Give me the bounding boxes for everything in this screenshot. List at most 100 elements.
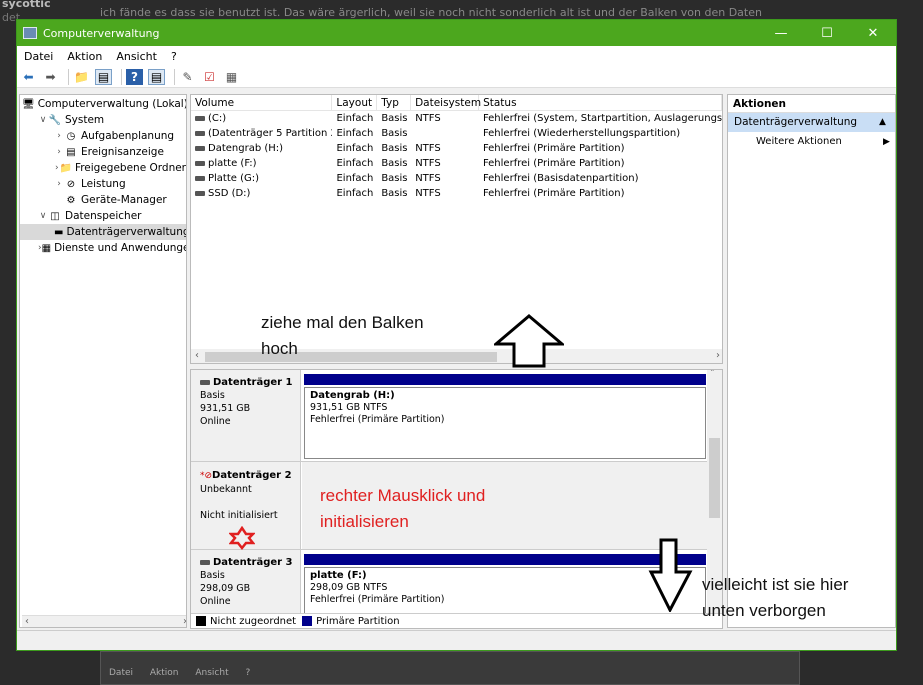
disk-icon: ▬ [54,226,64,238]
connect-icon[interactable]: ✎ [179,69,196,85]
back-icon[interactable]: ⬅ [20,69,37,85]
tree-item[interactable]: ⚙ Geräte-Manager [20,192,186,208]
volume-cell-text: Einfach [336,128,374,139]
up-folder-icon[interactable]: 📁 [73,69,90,85]
volume-cell: Einfach [332,156,377,171]
scroll-right-icon[interactable]: › [716,350,720,361]
maximize-button[interactable]: ☐ [804,26,850,41]
tree-item[interactable]: › ⊘ Leistung [20,176,186,192]
menu-ansicht[interactable]: Ansicht [109,50,164,63]
close-button[interactable]: ✕ [850,26,896,41]
tree-item[interactable]: 🖥 Computerverwaltung (Lokal) [20,96,186,112]
collapsed-icon[interactable]: › [54,147,64,157]
disk-state: Nicht initialisiert [200,510,278,521]
partition-size: 298,09 GB NTFS [310,582,388,593]
background-menu-item: ? [245,668,251,678]
volume-cell-text: Fehlerfrei (System, Startpartition, Ausl… [482,113,723,124]
tree-item[interactable]: ∨ 🔧 System [20,112,186,128]
volume-cell: Fehlerfrei (System, Startpartition, Ausl… [479,111,722,126]
volume-row[interactable]: Datengrab (H:) Einfach Basis NTFS Fehlerfrei… [191,141,722,156]
volume-cell-text: Basis [381,158,408,169]
properties-icon[interactable]: ▦ [223,69,240,85]
minimize-button[interactable]: — [758,26,804,41]
drive-icon [195,160,205,166]
volume-cell-text: Basis [381,128,408,139]
scroll-left-icon[interactable]: ‹ [195,350,199,361]
disk-type: Basis [200,390,225,401]
drive-icon [195,115,205,121]
title-bar[interactable]: Computerverwaltung — ☐ ✕ [17,20,896,46]
navigation-tree: 🖥 Computerverwaltung (Lokal) ∨ 🔧 System › ◷ Auf… [19,94,187,628]
partition[interactable]: Datengrab (H:) 931,51 GB NTFS Fehlerfrei… [302,370,708,461]
show-tree-icon[interactable]: ▤ [95,68,112,85]
menu-aktion[interactable]: Aktion [60,50,109,63]
tree-item[interactable]: › ◷ Aufgabenplanung [20,128,186,144]
annotation-hidden-line1: vielleicht ist sie hier [702,575,849,594]
volume-row[interactable]: (Datenträger 5 Partition 2) Einfach Basis F… [191,126,722,141]
volume-cell-text: NTFS [415,113,441,124]
action-pane-icon[interactable]: ▤ [148,68,165,85]
clock-icon: ◷ [66,130,76,142]
disk-1[interactable]: Datenträger 1 Basis 931,51 GB Online Dat… [191,370,708,462]
tree-horizontal-scrollbar[interactable]: ‹ › [22,615,186,627]
volume-row[interactable]: SSD (D:) Einfach Basis NTFS Fehlerfrei (Prim… [191,186,722,201]
tree-item[interactable]: › ▤ Ereignisanzeige [20,144,186,160]
annotation-drag-line1: ziehe mal den Balken [261,313,424,332]
volume-row[interactable]: Platte (G:) Einfach Basis NTFS Fehlerfrei (B… [191,171,722,186]
up-arrow-icon [494,314,564,368]
scrollbar-thumb[interactable] [709,438,720,518]
expanded-icon[interactable]: ∨ [38,115,48,125]
volume-row[interactable]: platte (F:) Einfach Basis NTFS Fehlerfrei (P… [191,156,722,171]
expanded-icon[interactable]: ∨ [38,211,48,221]
disk-info[interactable]: Datenträger 1 Basis 931,51 GB Online [191,370,301,461]
checklist-icon[interactable]: ☑ [201,69,218,85]
toolbar-separator [121,68,122,85]
volume-cell-text: Basis [381,113,408,124]
toolbar-separator [174,68,175,85]
actions-header: Aktionen [728,95,895,113]
background-menu-item: Ansicht [195,668,229,678]
tree-item-label: Aufgabenplanung [81,130,175,142]
annotation-hidden: vielleicht ist sie hier unten verborgen [702,572,848,624]
volume-cell: Platte (G:) [191,171,332,186]
actions-section[interactable]: Datenträgerverwaltung ▲ [728,113,895,132]
collapse-icon[interactable]: ▲ [879,113,895,132]
menu-datei[interactable]: Datei [17,50,60,63]
volume-cell: Einfach [332,186,377,201]
help-icon[interactable]: ? [126,68,143,85]
column-status[interactable]: Status [479,95,722,110]
volume-cell: NTFS [411,141,479,156]
disk-icon [200,560,210,565]
performance-icon: ⊘ [66,178,76,190]
volume-row[interactable]: (C:) Einfach Basis NTFS Fehlerfrei (System, … [191,111,722,126]
forward-icon[interactable]: ➡ [42,69,59,85]
disk-size: 931,51 GB [200,403,251,414]
volume-cell: NTFS [411,156,479,171]
tree-item[interactable]: › 📁 Freigegebene Ordner [20,160,186,176]
tree-item[interactable]: ▬ Datenträgerverwaltung [20,224,186,240]
collapsed-icon[interactable]: › [54,131,64,141]
drive-icon [195,175,205,181]
volume-cell: Basis [377,111,411,126]
scroll-left-icon[interactable]: ‹ [25,616,29,627]
star-marker-icon [229,526,255,550]
menu-bar: Datei Aktion Ansicht ? [17,46,896,66]
collapsed-icon[interactable]: › [54,179,64,189]
tree-item[interactable]: ∨ ◫ Datenspeicher [20,208,186,224]
volume-cell: (C:) [191,111,332,126]
menu-help[interactable]: ? [164,50,184,63]
column-type[interactable]: Typ [377,95,412,110]
scroll-up-icon[interactable]: ˄ [710,370,715,379]
folder-icon: 📁 [59,162,72,174]
partition-box[interactable]: Datengrab (H:) 931,51 GB NTFS Fehlerfrei… [304,387,706,459]
device-icon: ⚙ [66,194,76,206]
volume-cell: Fehlerfrei (Wiederherstellungspartition) [479,126,722,141]
column-filesystem[interactable]: Dateisystem [411,95,481,110]
more-actions-item[interactable]: Weitere Aktionen ▶ [728,132,895,152]
tree-item[interactable]: › ▦ Dienste und Anwendungen [20,240,186,256]
scroll-right-icon[interactable]: › [183,616,186,627]
column-layout[interactable]: Layout [332,95,378,110]
toolbar-separator [68,68,69,85]
column-volume[interactable]: Volume [191,95,333,110]
actions-section-label: Datenträgerverwaltung [734,116,858,128]
